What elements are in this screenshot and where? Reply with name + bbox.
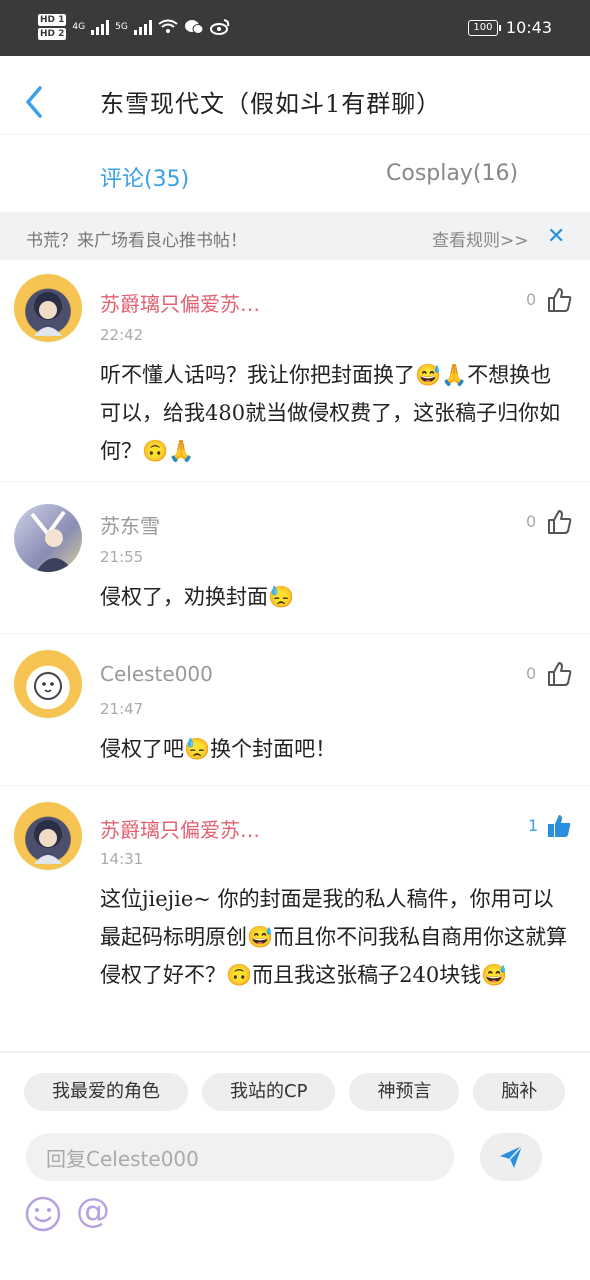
mention-icon[interactable]: @ <box>76 1191 110 1231</box>
thumbs-up-icon[interactable] <box>545 286 573 314</box>
avatar[interactable] <box>14 504 82 572</box>
sheep-icon <box>34 672 62 700</box>
wifi-icon <box>158 19 178 33</box>
send-icon <box>500 1145 523 1168</box>
signal-icon <box>91 19 110 35</box>
avatar[interactable] <box>14 802 82 870</box>
tab-cosplay[interactable]: Cosplay(16) <box>386 161 518 186</box>
like-count: 0 <box>526 512 537 531</box>
comment-username[interactable]: 苏爵璃只偏爱苏… <box>100 288 260 317</box>
thumbs-up-icon[interactable] <box>545 508 573 536</box>
signal2-icon <box>133 19 152 35</box>
back-arrow-icon[interactable] <box>20 82 50 122</box>
header: 东雪现代文（假如斗1有群聊） <box>0 56 590 146</box>
avatar[interactable] <box>14 650 82 718</box>
comment-time: 22:42 <box>100 326 144 344</box>
battery-level: 100 <box>473 21 493 33</box>
comment-item: 苏爵璃只偏爱苏… 22:42 0 听不懂人话吗？我让你把封面换了😅🙏不想换也可以… <box>0 260 590 482</box>
notice-text[interactable]: 书荒？来广场看良心推书帖！ <box>26 226 247 251</box>
comment-item: Celeste000 21:47 0 侵权了吧😓换个封面吧！ <box>0 634 590 786</box>
comment-time: 14:31 <box>100 850 144 868</box>
like-count: 1 <box>528 816 539 835</box>
battery-icon: 100 <box>467 19 501 36</box>
avatar-art-icon <box>34 820 62 864</box>
comment-text: 听不懂人话吗？我让你把封面换了😅🙏不想换也可以，给我480就当做侵权费了，这张稿… <box>100 363 561 463</box>
comment-text: 这位jiejie~ 你的封面是我的私人稿件，你用可以最起码标明原创😅而且你不问我… <box>100 887 568 987</box>
network-label: 4G <box>72 22 86 32</box>
hd2-label: HD 2 <box>38 28 67 40</box>
quick-tag-chips: 我最爱的角色 我站的CP 神预言 脑补 <box>24 1073 590 1113</box>
comment-item: 苏爵璃只偏爱苏… 14:31 1 这位jiejie~ 你的封面是我的私人稿件，你… <box>0 786 590 1052</box>
thumbs-up-filled-icon[interactable] <box>545 812 573 840</box>
comment-item: 苏东雪 21:55 0 侵权了，劝换封面😓 <box>0 482 590 634</box>
like-count: 0 <box>526 664 537 683</box>
comment-username[interactable]: 苏东雪 <box>100 510 160 539</box>
reply-input[interactable]: 回复Celeste000 <box>26 1133 454 1181</box>
avatar-art-icon <box>30 510 74 572</box>
page-title: 东雪现代文（假如斗1有群聊） <box>100 90 442 118</box>
view-rules-link[interactable]: 查看规则>> <box>432 226 529 251</box>
chip-prophecy[interactable]: 神预言 <box>349 1073 460 1111</box>
tab-bar: 评论(35) Cosplay(16) <box>0 134 590 212</box>
hd-indicator: HD 1 HD 2 <box>38 14 67 40</box>
chip-my-cp[interactable]: 我站的CP <box>202 1073 336 1111</box>
reply-placeholder: 回复Celeste000 <box>46 1146 199 1171</box>
thumbs-up-icon[interactable] <box>545 660 573 688</box>
comment-time: 21:55 <box>100 548 144 566</box>
tab-comments[interactable]: 评论(35) <box>100 161 189 193</box>
hd1-label: HD 1 <box>38 14 67 26</box>
status-right: 100 10:43 <box>467 18 552 37</box>
avatar-art-icon <box>34 292 62 336</box>
comment-username[interactable]: Celeste000 <box>100 662 213 686</box>
clock: 10:43 <box>505 18 552 37</box>
emoji-icon[interactable] <box>24 1195 62 1233</box>
status-left: HD 1 HD 2 4G 5G <box>38 14 230 40</box>
comment-username[interactable]: 苏爵璃只偏爱苏… <box>100 814 260 843</box>
wechat-icon <box>184 20 204 34</box>
send-button[interactable] <box>480 1133 542 1181</box>
close-icon[interactable]: ✕ <box>547 224 565 249</box>
comment-text: 侵权了，劝换封面😓 <box>100 585 295 609</box>
weibo-icon <box>209 19 229 35</box>
chip-favorite-character[interactable]: 我最爱的角色 <box>24 1073 188 1111</box>
network2-label: 5G <box>115 22 128 32</box>
chip-imagine[interactable]: 脑补 <box>473 1073 566 1111</box>
comment-text: 侵权了吧😓换个封面吧！ <box>100 737 337 761</box>
like-count: 0 <box>526 290 537 309</box>
notice-banner: 书荒？来广场看良心推书帖！ 查看规则>> ✕ <box>0 212 590 260</box>
comment-time: 21:47 <box>100 700 144 718</box>
status-bar: HD 1 HD 2 4G 5G 100 10:43 <box>0 0 590 56</box>
avatar[interactable] <box>14 274 82 342</box>
reply-panel: 我最爱的角色 我站的CP 神预言 脑补 回复Celeste000 @ <box>0 1052 590 1280</box>
